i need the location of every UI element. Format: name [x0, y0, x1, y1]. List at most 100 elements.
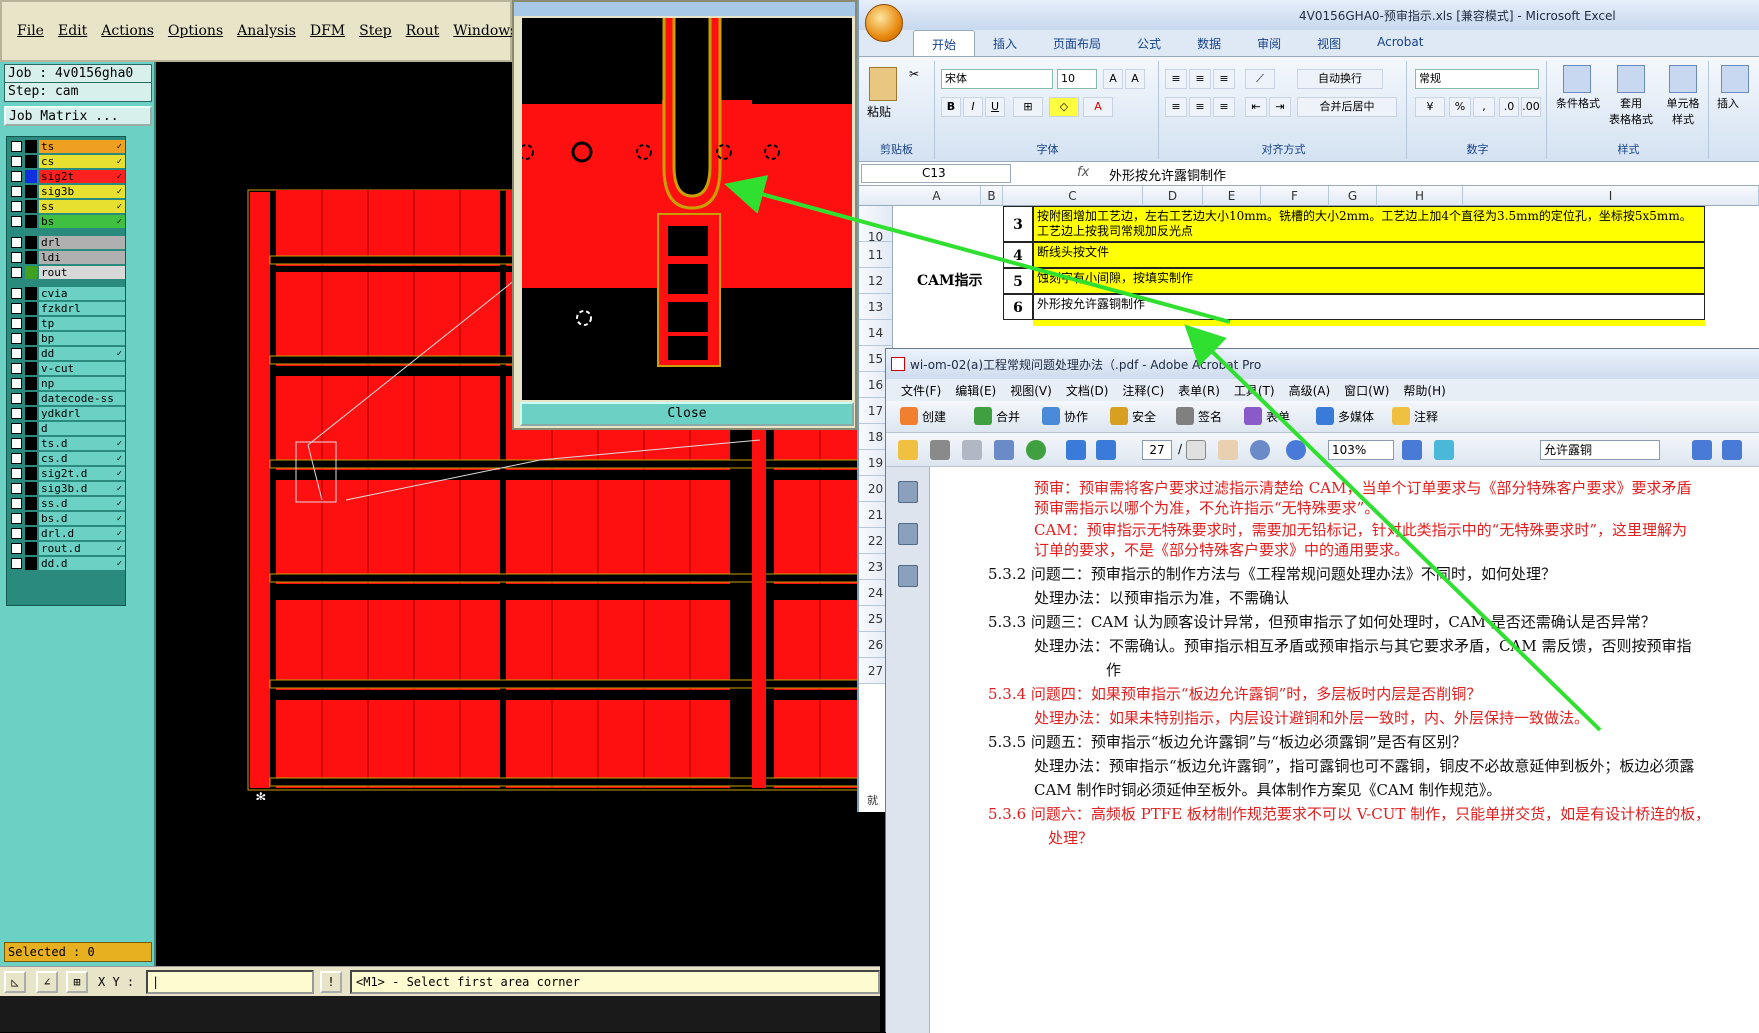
zoom-input[interactable]: 103%: [1328, 440, 1394, 460]
zoom-icon[interactable]: [1250, 440, 1270, 460]
instruction-number[interactable]: 3: [1003, 206, 1033, 242]
forms-button[interactable]: 表单: [1244, 407, 1290, 425]
instruction-text[interactable]: 断线头按文件: [1033, 242, 1705, 268]
layer-row-ss-d[interactable]: ss.d ✓: [9, 496, 125, 511]
instruction-number[interactable]: 4: [1003, 242, 1033, 268]
print-icon[interactable]: [930, 440, 950, 460]
italic-icon[interactable]: I: [963, 97, 983, 117]
pdf-document[interactable]: 预审：预审需将客户要求过滤指示清楚给 CAM，当单个订单要求与《部分特殊客户要求…: [930, 467, 1759, 1033]
merge-center-button[interactable]: 合并后居中: [1297, 97, 1397, 117]
layer-checkbox[interactable]: [11, 438, 22, 449]
cut-icon[interactable]: ✂: [909, 67, 919, 81]
create-button[interactable]: 创建: [900, 407, 946, 425]
cell-style-label[interactable]: 单元格 样式: [1657, 95, 1709, 127]
layer-row-bs-d[interactable]: bs.d ✓: [9, 511, 125, 526]
find-next-icon[interactable]: [1722, 440, 1742, 460]
ribbon-tab-5[interactable]: 审阅: [1239, 30, 1299, 56]
layer-row-fzkdrl[interactable]: fzkdrl: [9, 301, 125, 316]
row-header[interactable]: 12: [859, 268, 893, 294]
layer-row-sig3b-d[interactable]: sig3b.d ✓: [9, 481, 125, 496]
layer-checkbox[interactable]: [11, 543, 22, 554]
layer-checkbox[interactable]: [11, 393, 22, 404]
align-right-icon[interactable]: ≡: [1213, 97, 1235, 117]
layer-checkbox[interactable]: [11, 558, 22, 569]
acrobat-menu-item[interactable]: 注释(C): [1115, 379, 1171, 401]
fill-color-icon[interactable]: ◇: [1049, 97, 1079, 117]
layer-row-rout[interactable]: rout: [9, 265, 125, 280]
alert-icon[interactable]: !: [320, 971, 342, 993]
layer-checkbox[interactable]: [11, 252, 22, 263]
acrobat-menu-item[interactable]: 窗口(W): [1337, 379, 1396, 401]
acrobat-menu-item[interactable]: 表单(R): [1171, 379, 1227, 401]
menu-rout[interactable]: Rout: [399, 23, 447, 39]
column-header-e[interactable]: E: [1203, 186, 1261, 206]
layer-row-v-cut[interactable]: v-cut: [9, 361, 125, 376]
fx-icon[interactable]: fx: [1077, 165, 1089, 180]
collaborate-button[interactable]: 协作: [1042, 407, 1088, 425]
layer-row-cs-d[interactable]: cs.d ✓: [9, 451, 125, 466]
conditional-format-icon[interactable]: [1563, 65, 1591, 93]
find-prev-icon[interactable]: [1692, 440, 1712, 460]
layer-row-ts[interactable]: ts ✓: [9, 139, 125, 154]
comment-button[interactable]: 注释: [1392, 407, 1438, 425]
insert-label[interactable]: 插入: [1717, 95, 1739, 111]
layer-checkbox[interactable]: [11, 288, 22, 299]
align-center-icon[interactable]: ≡: [1189, 97, 1211, 117]
grow-font-icon[interactable]: A: [1103, 69, 1123, 89]
layer-checkbox[interactable]: [11, 141, 22, 152]
formula-input[interactable]: 外形按允许露铜制作: [1109, 165, 1226, 184]
ribbon-tab-4[interactable]: 数据: [1179, 30, 1239, 56]
layer-row-ts-d[interactable]: ts.d ✓: [9, 436, 125, 451]
align-middle-icon[interactable]: ≡: [1189, 69, 1211, 89]
instruction-number[interactable]: 5: [1003, 268, 1033, 294]
layer-checkbox[interactable]: [11, 378, 22, 389]
layer-row-ldi[interactable]: ldi: [9, 250, 125, 265]
align-bottom-icon[interactable]: ≡: [1213, 69, 1235, 89]
prev-page-icon[interactable]: [1066, 440, 1086, 460]
layer-row-tp[interactable]: tp: [9, 316, 125, 331]
decrease-decimal-icon[interactable]: .00: [1521, 97, 1541, 117]
column-header-g[interactable]: G: [1329, 186, 1377, 206]
orientation-icon[interactable]: ⟋: [1245, 69, 1275, 89]
layer-checkbox[interactable]: [11, 498, 22, 509]
hand-icon[interactable]: [1218, 440, 1238, 460]
layer-row-cvia[interactable]: cvia: [9, 286, 125, 301]
column-header-b[interactable]: B: [981, 186, 1003, 206]
combine-button[interactable]: 合并: [974, 407, 1020, 425]
conditional-format-label[interactable]: 条件格式: [1549, 95, 1607, 111]
ribbon-tab-3[interactable]: 公式: [1119, 30, 1179, 56]
ribbon-tab-1[interactable]: 插入: [975, 30, 1035, 56]
layer-row-cs[interactable]: cs ✓: [9, 154, 125, 169]
job-matrix-button[interactable]: Job Matrix ...: [4, 106, 152, 126]
layer-row-rout-d[interactable]: rout.d ✓: [9, 541, 125, 556]
layer-checkbox[interactable]: [11, 348, 22, 359]
email-icon[interactable]: [994, 440, 1014, 460]
layer-row-dd-d[interactable]: dd.d ✓: [9, 556, 125, 571]
indent-increase-icon[interactable]: ⇥: [1269, 97, 1291, 117]
layer-checkbox[interactable]: [11, 453, 22, 464]
instruction-text[interactable]: 按附图增加工艺边，左右工艺边大小10mm。铣槽的大小2mm。工艺边上加4个直径为…: [1033, 206, 1705, 242]
layer-checkbox[interactable]: [11, 333, 22, 344]
grid-icon[interactable]: ⊞: [66, 971, 88, 993]
secure-button[interactable]: 安全: [1110, 407, 1156, 425]
layer-row-bs[interactable]: bs ✓: [9, 214, 125, 229]
layer-row-ss[interactable]: ss ✓: [9, 199, 125, 214]
layer-checkbox[interactable]: [11, 363, 22, 374]
measure-icon[interactable]: ∠: [36, 971, 58, 993]
align-left-icon[interactable]: ≡: [1165, 97, 1187, 117]
layer-checkbox[interactable]: [11, 318, 22, 329]
select-text-icon[interactable]: [1186, 440, 1206, 460]
sign-button[interactable]: 签名: [1176, 407, 1222, 425]
close-button[interactable]: Close: [520, 402, 854, 426]
column-header-f[interactable]: F: [1261, 186, 1329, 206]
table-format-label[interactable]: 套用 表格格式: [1605, 95, 1657, 127]
xy-input[interactable]: |: [146, 970, 314, 994]
zoom-out-icon[interactable]: [1286, 440, 1306, 460]
column-header-i[interactable]: I: [1463, 186, 1759, 206]
currency-icon[interactable]: ¥: [1415, 97, 1445, 117]
menu-options[interactable]: Options: [161, 23, 230, 39]
menu-file[interactable]: File: [10, 23, 51, 39]
row-header[interactable]: 13: [859, 294, 893, 320]
layer-checkbox[interactable]: [11, 528, 22, 539]
layer-row-d[interactable]: d: [9, 421, 125, 436]
